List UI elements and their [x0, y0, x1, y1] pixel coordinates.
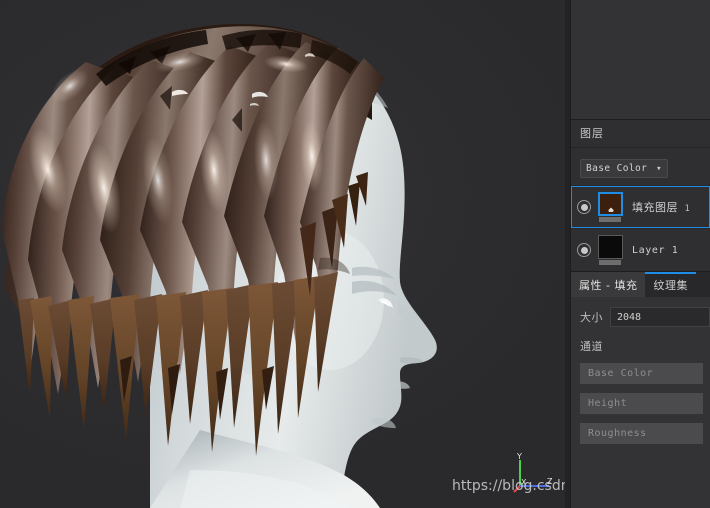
layer-list: 填充图层 1 Layer 1: [571, 185, 710, 271]
layer-opacity-bar: [599, 217, 621, 222]
layers-panel-title: 图层: [571, 120, 710, 148]
axis-gizmo[interactable]: Y X Z: [507, 452, 557, 500]
size-property-row: 大小 2048: [571, 306, 710, 328]
3d-model-render: [2, 23, 437, 508]
channel-select-value: Base Color: [586, 163, 648, 174]
tab-texture-set[interactable]: 纹理集: [645, 272, 696, 297]
layers-panel: 图层 Base Color ▾ 填充图层 1 Layer 1: [571, 120, 710, 271]
properties-tabbar: 属性 - 填充 纹理集: [571, 271, 710, 297]
channels-section-label: 通道: [580, 340, 603, 353]
layer-name-text: 填充图层: [632, 201, 678, 214]
size-input[interactable]: 2048: [610, 307, 710, 327]
viewer-settings-panel: [571, 0, 710, 120]
channel-row-base-color[interactable]: Base Color: [580, 363, 703, 384]
tab-texture-set-label: 纹理集: [653, 278, 688, 292]
size-label: 大小: [580, 311, 603, 324]
layer-row-layer-1[interactable]: Layer 1: [571, 228, 710, 271]
layer-name: Layer 1: [632, 244, 679, 256]
layer-visibility-icon[interactable]: [577, 200, 591, 214]
channel-row-height[interactable]: Height: [580, 393, 703, 414]
layer-thumbnail-wrap: [598, 192, 624, 222]
layer-index: 1: [684, 204, 691, 214]
channel-selector-row: Base Color ▾: [571, 148, 710, 185]
3d-viewport[interactable]: Y X Z https://blog.csdn.net/qq_34593121: [0, 0, 565, 508]
layer-visibility-icon[interactable]: [577, 243, 591, 257]
tab-properties-fill-label: 属性 - 填充: [579, 278, 638, 292]
channel-row-roughness[interactable]: Roughness: [580, 423, 703, 444]
layer-row-fill-layer-1[interactable]: 填充图层 1: [571, 185, 710, 228]
layer-name: 填充图层 1: [632, 199, 690, 215]
layer-thumbnail[interactable]: [598, 235, 623, 259]
fill-bucket-icon: [607, 207, 614, 212]
application-window: Y X Z https://blog.csdn.net/qq_34593121 …: [0, 0, 710, 508]
right-dock: 图层 Base Color ▾ 填充图层 1 Layer 1 属性 - 填充 纹…: [565, 0, 710, 508]
axis-x-label: X: [521, 478, 527, 487]
layer-thumbnail-wrap: [598, 235, 624, 265]
dock-body: 图层 Base Color ▾ 填充图层 1 Layer 1 属性 - 填充 纹…: [571, 0, 710, 508]
properties-panel: 大小 2048 通道 Base Color Height Roughness: [571, 297, 710, 508]
axis-y-label: Y: [516, 452, 522, 461]
channel-select-dropdown[interactable]: Base Color ▾: [580, 159, 668, 178]
layer-opacity-bar: [599, 260, 621, 265]
layer-thumbnail[interactable]: [598, 192, 623, 216]
chevron-down-icon: ▾: [656, 163, 662, 174]
tab-properties-fill[interactable]: 属性 - 填充: [571, 272, 646, 297]
axis-z-label: Z: [547, 477, 553, 486]
